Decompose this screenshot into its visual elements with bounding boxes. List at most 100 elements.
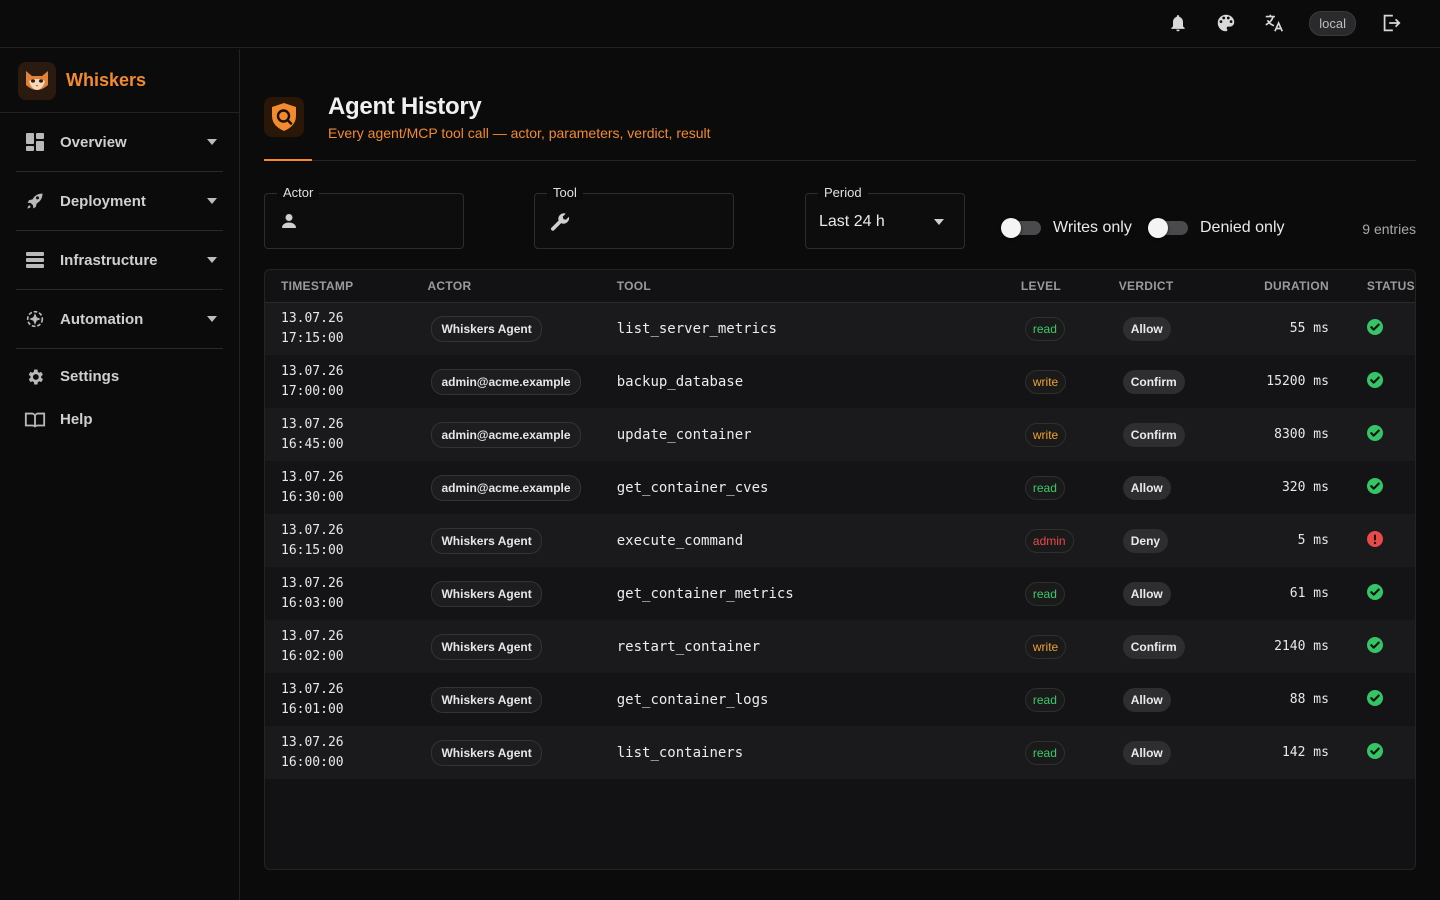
timestamp-date: 13.07.26 bbox=[281, 469, 344, 485]
table-row[interactable]: 13.07.26 17:00:00 admin@acme.example backup… bbox=[265, 355, 1415, 408]
verdict-badge: Confirm bbox=[1122, 369, 1185, 394]
verdict-badge: Allow bbox=[1122, 475, 1171, 500]
status-cell bbox=[1329, 673, 1415, 726]
sidebar-item-overview[interactable]: Overview bbox=[16, 113, 223, 172]
sidebar-item-automation[interactable]: Automation bbox=[16, 290, 223, 349]
timestamp-cell: 13.07.26 16:02:00 bbox=[265, 620, 427, 673]
verdict-badge: Allow bbox=[1122, 687, 1171, 712]
filter-bar: Actor Tool Period Last 24 h Writes only … bbox=[264, 161, 1416, 269]
sidebar-item-deployment[interactable]: Deployment bbox=[16, 172, 223, 231]
timestamp-date: 13.07.26 bbox=[281, 628, 344, 644]
table-row[interactable]: 13.07.26 16:15:00 Whiskers Agent execute_co… bbox=[265, 514, 1415, 567]
level-cell: write bbox=[1021, 620, 1119, 673]
palette-icon[interactable] bbox=[1213, 10, 1239, 36]
tool-cell: execute_command bbox=[617, 514, 1021, 567]
actor-chip[interactable]: Whiskers Agent bbox=[431, 686, 542, 713]
tool-name: list_containers bbox=[616, 744, 744, 761]
level-badge: read bbox=[1024, 316, 1065, 341]
column-header-timestamp[interactable]: TIMESTAMP bbox=[265, 270, 428, 303]
timestamp-date: 13.07.26 bbox=[281, 575, 344, 591]
duration-value: 88 ms bbox=[1289, 692, 1329, 707]
verdict-cell: Confirm bbox=[1119, 408, 1227, 461]
table-row[interactable]: 13.07.26 17:15:00 Whiskers Agent list_serve… bbox=[265, 302, 1415, 355]
actor-chip[interactable]: Whiskers Agent bbox=[431, 633, 542, 660]
page-title: Agent History bbox=[328, 93, 482, 120]
tool-name: get_container_logs bbox=[616, 691, 769, 708]
actor-cell: Whiskers Agent bbox=[427, 673, 616, 726]
verdict-cell: Confirm bbox=[1119, 355, 1227, 408]
table-row[interactable]: 13.07.26 16:45:00 admin@acme.example update… bbox=[265, 408, 1415, 461]
actor-chip[interactable]: admin@acme.example bbox=[431, 474, 581, 501]
timestamp-time: 17:00:00 bbox=[281, 383, 344, 399]
sidebar-item-settings[interactable]: Settings bbox=[16, 355, 223, 398]
table-row[interactable]: 13.07.26 16:00:00 Whiskers Agent list_conta… bbox=[265, 726, 1415, 779]
status-cell bbox=[1329, 355, 1415, 408]
writes-only-switch[interactable] bbox=[1001, 218, 1041, 238]
column-header-level[interactable]: LEVEL bbox=[1020, 270, 1119, 303]
actor-chip[interactable]: Whiskers Agent bbox=[431, 315, 542, 342]
sidebar-item-help[interactable]: Help bbox=[16, 398, 223, 441]
verdict-badge: Confirm bbox=[1122, 634, 1185, 659]
level-badge: read bbox=[1024, 581, 1065, 606]
logout-icon[interactable] bbox=[1378, 10, 1404, 36]
column-header-tool[interactable]: TOOL bbox=[616, 270, 1021, 303]
page-subtitle: Every agent/MCP tool call — actor, param… bbox=[328, 125, 711, 141]
bell-icon[interactable] bbox=[1165, 10, 1191, 36]
actor-chip[interactable]: admin@acme.example bbox=[431, 368, 581, 395]
actor-chip[interactable]: Whiskers Agent bbox=[431, 527, 542, 554]
verdict-badge: Allow bbox=[1122, 740, 1171, 765]
tool-cell: backup_database bbox=[617, 355, 1021, 408]
column-header-status[interactable]: STATUS bbox=[1328, 270, 1415, 303]
table-row[interactable]: 13.07.26 16:30:00 admin@acme.example get_co… bbox=[265, 461, 1415, 514]
table-row[interactable]: 13.07.26 16:02:00 Whiskers Agent restart_co… bbox=[265, 620, 1415, 673]
column-header-actor[interactable]: ACTOR bbox=[427, 270, 617, 303]
table-row[interactable]: 13.07.26 16:03:00 Whiskers Agent get_contai… bbox=[265, 567, 1415, 620]
writes-only-toggle[interactable]: Writes only bbox=[1001, 218, 1132, 238]
check-circle-icon bbox=[1366, 425, 1383, 441]
timestamp-cell: 13.07.26 16:30:00 bbox=[265, 461, 427, 514]
chevron-down-icon bbox=[207, 257, 217, 263]
verdict-badge: Allow bbox=[1122, 316, 1171, 341]
duration-cell: 320 ms bbox=[1227, 461, 1329, 514]
period-select[interactable]: Period Last 24 h bbox=[805, 185, 965, 249]
timestamp-date: 13.07.26 bbox=[281, 522, 344, 538]
check-circle-icon bbox=[1366, 478, 1383, 494]
actor-chip[interactable]: admin@acme.example bbox=[431, 421, 581, 448]
denied-only-switch[interactable] bbox=[1148, 218, 1188, 238]
rocket-icon bbox=[24, 190, 46, 212]
verdict-cell: Allow bbox=[1119, 726, 1227, 779]
actor-chip[interactable]: Whiskers Agent bbox=[431, 580, 542, 607]
cat-logo-icon bbox=[18, 61, 56, 100]
level-cell: read bbox=[1021, 567, 1119, 620]
timestamp-date: 13.07.26 bbox=[281, 363, 344, 379]
status-cell bbox=[1329, 302, 1415, 355]
actor-chip[interactable]: Whiskers Agent bbox=[431, 739, 542, 766]
timestamp-time: 16:45:00 bbox=[281, 436, 344, 452]
duration-value: 320 ms bbox=[1281, 480, 1329, 495]
check-circle-icon bbox=[1366, 743, 1383, 759]
dashboard-icon bbox=[24, 131, 46, 153]
brand[interactable]: Whiskers bbox=[0, 49, 239, 113]
duration-value: 8300 ms bbox=[1274, 427, 1329, 442]
timestamp-date: 13.07.26 bbox=[281, 734, 344, 750]
denied-only-toggle[interactable]: Denied only bbox=[1148, 218, 1285, 238]
tool-name: restart_container bbox=[616, 638, 761, 655]
server-icon bbox=[24, 249, 46, 271]
sidebar-item-infrastructure[interactable]: Infrastructure bbox=[16, 231, 223, 290]
status-cell bbox=[1329, 567, 1415, 620]
duration-value: 142 ms bbox=[1281, 745, 1329, 760]
duration-cell: 55 ms bbox=[1227, 302, 1329, 355]
main-content: Agent History Every agent/MCP tool call … bbox=[264, 49, 1416, 870]
actor-filter-field[interactable]: Actor bbox=[264, 185, 464, 249]
tool-filter-field[interactable]: Tool bbox=[534, 185, 734, 249]
table-row[interactable]: 13.07.26 16:01:00 Whiskers Agent get_contai… bbox=[265, 673, 1415, 726]
column-header-duration[interactable]: DURATION bbox=[1226, 270, 1329, 303]
period-selected-value: Last 24 h bbox=[819, 213, 885, 230]
translate-icon[interactable] bbox=[1261, 10, 1287, 36]
duration-value: 55 ms bbox=[1289, 321, 1329, 337]
environment-badge[interactable]: local bbox=[1309, 10, 1356, 36]
sidebar-item-label: Deployment bbox=[60, 192, 146, 210]
timestamp-time: 16:00:00 bbox=[281, 754, 344, 770]
column-header-verdict[interactable]: VERDICT bbox=[1118, 270, 1227, 303]
tool-name: get_container_metrics bbox=[616, 585, 794, 602]
